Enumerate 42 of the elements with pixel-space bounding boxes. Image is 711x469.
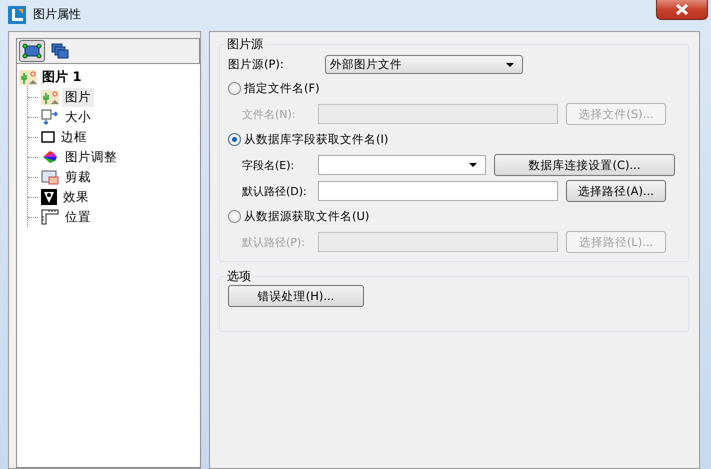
tree-item[interactable]: 剪裁: [62, 168, 94, 186]
field-label: 默认路径(P):: [242, 234, 306, 250]
frame-view-button[interactable]: [19, 40, 45, 62]
tree-item[interactable]: 效果: [60, 188, 92, 206]
ruler-icon: [41, 209, 59, 225]
resize-icon: [41, 109, 59, 125]
browse-button[interactable]: 数据库连接设置(C)...: [494, 154, 675, 176]
field-label: 默认路径(D):: [242, 184, 308, 198]
close-icon: [675, 4, 689, 15]
tree-item[interactable]: 图片调整: [62, 148, 120, 166]
picture-icon: [41, 90, 59, 104]
field-dropdown[interactable]: [318, 155, 486, 175]
tree-item[interactable]: 边框: [58, 128, 90, 146]
window-title: 图片属性: [33, 6, 81, 23]
source-dropdown[interactable]: 外部图片文件: [325, 55, 523, 74]
field-label: 文件名(N):: [242, 106, 297, 122]
radio-button[interactable]: [228, 133, 241, 146]
group-title: 选项: [226, 268, 252, 285]
color-fan-icon: [41, 150, 59, 164]
radio-label[interactable]: 指定文件名(F): [244, 81, 320, 96]
browse-button[interactable]: 选择路径(A)...: [566, 180, 666, 202]
effect-icon: [41, 189, 57, 205]
square-icon: [41, 131, 55, 143]
input-field[interactable]: [318, 181, 558, 201]
app-logo-icon: [8, 6, 26, 24]
field-label: 字段名(E):: [242, 158, 296, 172]
radio-button[interactable]: [228, 82, 241, 95]
picture-icon: [19, 70, 37, 84]
tree-item[interactable]: 图片 1: [42, 68, 82, 86]
tree-item[interactable]: 位置: [62, 208, 94, 226]
tree-item[interactable]: 大小: [62, 108, 94, 126]
close-button[interactable]: [656, 0, 708, 20]
radio-button[interactable]: [228, 210, 241, 223]
radio-label[interactable]: 从数据库字段获取文件名(I): [244, 132, 388, 147]
field-label: 图片源(P):: [228, 57, 285, 72]
crop-icon: [41, 170, 59, 184]
radio-label[interactable]: 从数据源获取文件名(U): [244, 209, 370, 224]
tree-item[interactable]: 图片: [62, 88, 94, 106]
error-handling-button[interactable]: 错误处理(H)...: [228, 285, 364, 307]
dropdown-arrow-icon: [506, 62, 514, 66]
dropdown-arrow-icon: [469, 163, 477, 167]
group-title: 图片源: [226, 36, 264, 53]
